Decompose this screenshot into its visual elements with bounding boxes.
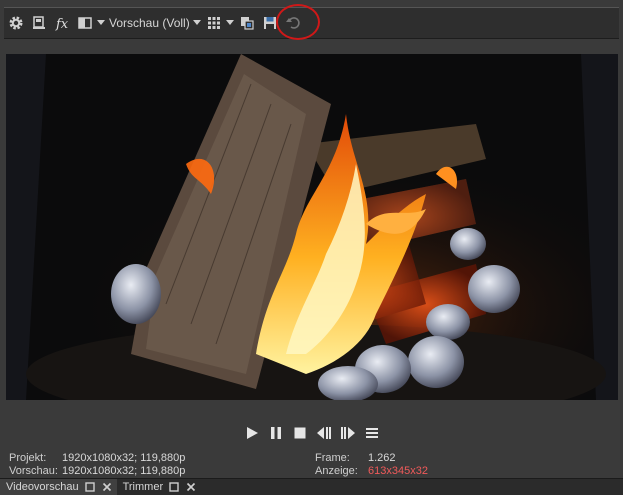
video-preview-frame [6, 54, 618, 400]
save-frame-icon[interactable] [259, 12, 281, 34]
preview-quality-dropdown[interactable]: Vorschau (Voll) [107, 12, 192, 34]
video-output-icon[interactable] [28, 12, 50, 34]
projekt-label: Projekt: [9, 452, 47, 464]
chevron-down-icon[interactable] [192, 12, 202, 34]
video-preview-window: fx Vorschau (Voll) Projekt: 1920x1080x32… [0, 0, 623, 495]
close-icon[interactable] [185, 481, 197, 493]
tab-videovorschau[interactable]: Videovorschau [0, 479, 117, 495]
anzeige-value: 613x345x32 [368, 465, 428, 477]
fx-icon[interactable]: fx [51, 12, 73, 34]
next-frame-icon[interactable] [339, 424, 357, 442]
chevron-down-icon[interactable] [96, 12, 106, 34]
stop-icon[interactable] [291, 424, 309, 442]
vorschau-label: Vorschau: [9, 465, 58, 477]
preview-info-panel: Projekt: 1920x1080x32; 119,880p Vorschau… [0, 452, 623, 478]
preview-quality-label: Vorschau (Voll) [109, 16, 190, 30]
projekt-value: 1920x1080x32; 119,880p [62, 452, 186, 464]
previous-frame-icon[interactable] [315, 424, 333, 442]
play-icon[interactable] [243, 424, 261, 442]
pause-icon[interactable] [267, 424, 285, 442]
split-screen-icon[interactable] [74, 12, 96, 34]
close-icon[interactable] [101, 481, 113, 493]
gear-icon[interactable] [5, 12, 27, 34]
grid-icon[interactable] [203, 12, 225, 34]
vorschau-value: 1920x1080x32; 119,880p [62, 465, 186, 477]
docked-window-tabs: Videovorschau Trimmer [0, 478, 623, 495]
chevron-down-icon[interactable] [225, 12, 235, 34]
maximize-icon[interactable] [168, 481, 180, 493]
menu-icon[interactable] [363, 424, 381, 442]
transport-controls [6, 416, 618, 450]
maximize-icon[interactable] [84, 481, 96, 493]
frame-label: Frame: [315, 452, 350, 464]
tab-trimmer-label: Trimmer [122, 481, 164, 493]
copy-frame-icon[interactable] [236, 12, 258, 34]
svg-text:fx: fx [55, 17, 69, 31]
tab-trimmer[interactable]: Trimmer [117, 479, 202, 495]
anzeige-label: Anzeige: [315, 465, 358, 477]
tab-videovorschau-label: Videovorschau [6, 481, 79, 493]
undo-icon[interactable] [282, 12, 304, 34]
preview-toolbar: fx Vorschau (Voll) [4, 7, 619, 39]
campfire-frame-image [6, 54, 618, 400]
frame-value: 1.262 [368, 452, 396, 464]
